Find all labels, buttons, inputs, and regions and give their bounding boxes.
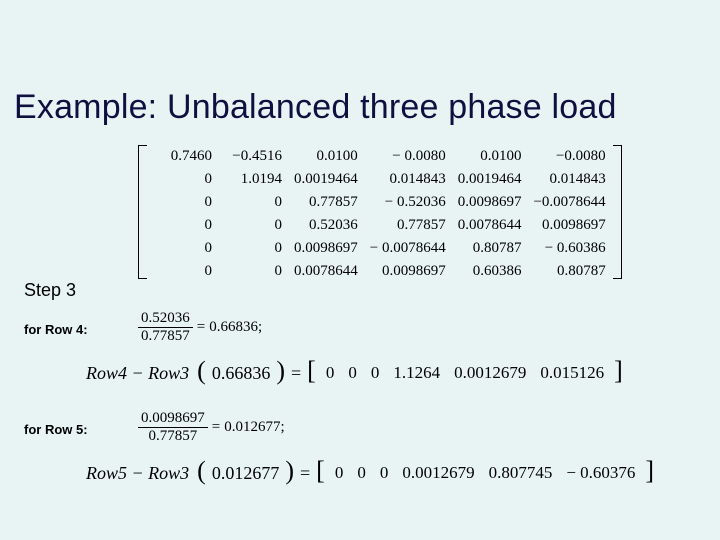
result-vector: [ 0 0 0 1.1264 0.0012679 0.015126 ] [307, 360, 623, 386]
slide: Example: Unbalanced three phase load 0.7… [0, 0, 720, 540]
matrix-cell: − 0.60386 [527, 237, 611, 260]
matrix-row: 0 0 0.52036 0.77857 0.0078644 0.0098697 [148, 214, 612, 237]
matrix-cell: 0 [218, 214, 288, 237]
matrix-row: 0 0 0.77857 − 0.52036 0.0098697 −0.00786… [148, 191, 612, 214]
matrix-cell: − 0.52036 [364, 191, 452, 214]
ratio-row5: 0.0098697 0.77857 = 0.012677; [138, 410, 285, 445]
result-row4: Row4 − Row3 ( 0.66836 ) = [ 0 0 0 1.1264… [86, 360, 623, 386]
matrix-cell: 0 [218, 191, 288, 214]
matrix-cell: 0.60386 [452, 260, 528, 283]
matrix-cell: 0.0078644 [288, 260, 364, 283]
matrix-cell: − 0.0078644 [364, 237, 452, 260]
matrix-cell: 0 [148, 214, 218, 237]
equals-sign: = [291, 363, 301, 384]
matrix-cell: 0.52036 [288, 214, 364, 237]
paren-close-icon: ) [276, 358, 285, 384]
ratio-row4: 0.52036 0.77857 = 0.66836; [138, 310, 262, 345]
matrix-cell: 0 [218, 237, 288, 260]
vec-cell: 0.015126 [536, 363, 608, 383]
matrix-cell: −0.0080 [527, 145, 611, 168]
matrix-cell: 0.80787 [527, 260, 611, 283]
result-row5: Row5 − Row3 ( 0.012677 ) = [ 0 0 0 0.001… [86, 460, 654, 486]
matrix-row: 0 1.0194 0.0019464 0.014843 0.0019464 0.… [148, 168, 612, 191]
slide-title: Example: Unbalanced three phase load [14, 88, 706, 127]
vec-cell: 0 [331, 463, 348, 483]
vec-cell: 0 [353, 463, 370, 483]
matrix-row: 0 0 0.0098697 − 0.0078644 0.80787 − 0.60… [148, 237, 612, 260]
matrix-cell: 0.80787 [452, 237, 528, 260]
numerator: 0.52036 [138, 310, 193, 327]
equals-sign: = [197, 319, 205, 336]
matrix-cell: −0.4516 [218, 145, 288, 168]
vec-cell: 1.1264 [389, 363, 444, 383]
matrix-cell: 0.77857 [364, 214, 452, 237]
paren-open-icon: ( [197, 358, 206, 384]
bracket-open-icon: [ [316, 458, 325, 484]
matrix-cell: 0.0098697 [527, 214, 611, 237]
matrix-cell: 0.77857 [288, 191, 364, 214]
matrix-cell: 0.0100 [452, 145, 528, 168]
vec-cell: 0 [376, 463, 393, 483]
matrix-cell: 0 [148, 168, 218, 191]
factor: 0.66836 [212, 363, 271, 384]
numerator: 0.0098697 [138, 410, 208, 427]
matrix-cell: 0.0078644 [452, 214, 528, 237]
step-label: Step 3 [24, 280, 76, 301]
vec-cell: 0 [344, 363, 361, 383]
vec-cell: − 0.60376 [562, 463, 639, 483]
result-vector: [ 0 0 0 0.0012679 0.807745 − 0.60376 ] [316, 460, 654, 486]
vec-cell: 0.0012679 [398, 463, 478, 483]
equals-sign: = [300, 463, 310, 484]
vec-cell: 0 [367, 363, 384, 383]
ratio-result: 0.012677; [224, 419, 284, 436]
denominator: 0.77857 [138, 327, 193, 345]
bracket-open-icon: [ [307, 358, 316, 384]
matrix-cell: −0.0078644 [527, 191, 611, 214]
bracket-left-icon [138, 145, 147, 279]
matrix-cell: 0 [148, 191, 218, 214]
matrix-cell: 0.014843 [527, 168, 611, 191]
bracket-close-icon: ] [614, 358, 623, 384]
matrix-cell: 0 [218, 260, 288, 283]
vec-cell: 0.0012679 [450, 363, 530, 383]
for-row5-label: for Row 5: [24, 422, 88, 437]
matrix-row: 0 0 0.0078644 0.0098697 0.60386 0.80787 [148, 260, 612, 283]
vec-cell: 0.807745 [485, 463, 557, 483]
matrix-cell: 0.014843 [364, 168, 452, 191]
paren-close-icon: ) [285, 458, 294, 484]
matrix-cell: 1.0194 [218, 168, 288, 191]
matrix-cell: 0.0098697 [364, 260, 452, 283]
lhs-prefix: Row4 − Row3 [86, 363, 189, 384]
ratio-result: 0.66836; [209, 319, 262, 336]
lhs-prefix: Row5 − Row3 [86, 463, 189, 484]
denominator: 0.77857 [138, 427, 208, 445]
coefficient-matrix: 0.7460 −0.4516 0.0100 − 0.0080 0.0100 −0… [148, 145, 612, 283]
matrix-cell: 0.0098697 [288, 237, 364, 260]
fraction: 0.0098697 0.77857 [138, 410, 208, 445]
equals-sign: = [212, 419, 220, 436]
matrix-cell: 0.0098697 [452, 191, 528, 214]
matrix-cell: − 0.0080 [364, 145, 452, 168]
matrix-cell: 0.0100 [288, 145, 364, 168]
matrix-cell: 0.0019464 [288, 168, 364, 191]
matrix-cell: 0.0019464 [452, 168, 528, 191]
vec-cell: 0 [322, 363, 339, 383]
paren-open-icon: ( [197, 458, 206, 484]
for-row4-label: for Row 4: [24, 322, 88, 337]
matrix-cell: 0.7460 [148, 145, 218, 168]
bracket-right-icon [613, 145, 622, 279]
matrix-row: 0.7460 −0.4516 0.0100 − 0.0080 0.0100 −0… [148, 145, 612, 168]
fraction: 0.52036 0.77857 [138, 310, 193, 345]
matrix-cell: 0 [148, 260, 218, 283]
bracket-close-icon: ] [645, 458, 654, 484]
factor: 0.012677 [212, 463, 280, 484]
matrix-cell: 0 [148, 237, 218, 260]
matrix-table: 0.7460 −0.4516 0.0100 − 0.0080 0.0100 −0… [148, 145, 612, 283]
